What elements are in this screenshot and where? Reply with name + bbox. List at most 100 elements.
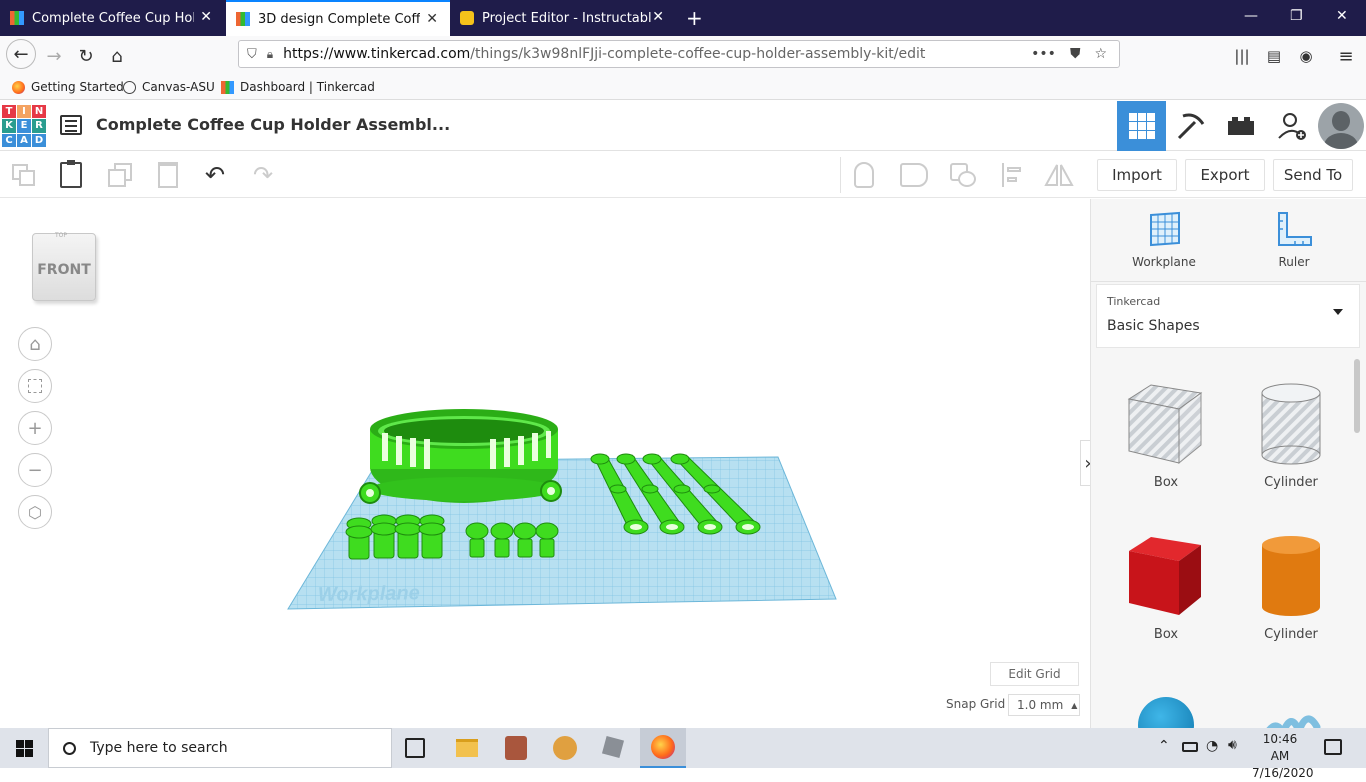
- orange-cylinder-icon: [1262, 536, 1320, 616]
- reload-icon[interactable]: ↻: [74, 44, 98, 68]
- bookmark-star-icon[interactable]: ☆: [1094, 46, 1107, 62]
- copy-icon[interactable]: [12, 164, 36, 186]
- close-tab-icon[interactable]: ✕: [426, 11, 438, 27]
- shield-icon[interactable]: ⛉: [247, 47, 257, 62]
- globe-icon: [123, 80, 136, 94]
- delete-trash-icon[interactable]: [158, 162, 178, 188]
- tray-chevron-up-icon[interactable]: ⌃: [1158, 738, 1170, 754]
- notifications-icon[interactable]: [1324, 739, 1342, 755]
- restore-window-icon[interactable]: ❐: [1290, 8, 1303, 24]
- redo-icon[interactable]: ↷: [253, 161, 273, 189]
- sidebar-toggle-icon[interactable]: ▤: [1262, 44, 1286, 68]
- sidebar-scrollbar[interactable]: [1354, 359, 1360, 433]
- shape-scribble-partial[interactable]: [1261, 707, 1321, 728]
- paste-icon[interactable]: [60, 160, 82, 188]
- task-view-icon[interactable]: [405, 738, 425, 758]
- bookmark-getting-started[interactable]: Getting Started: [12, 80, 124, 94]
- tab-complete-coffee-cup[interactable]: Complete Coffee Cup Holder A ✕: [0, 0, 224, 36]
- url-path: /things/k3w98nlFJji-complete-coffee-cup-…: [470, 46, 926, 62]
- new-tab-button[interactable]: +: [676, 0, 706, 36]
- close-tab-icon[interactable]: ✕: [652, 9, 664, 25]
- grid-view-icon: [1128, 113, 1155, 139]
- logo-letter: T: [2, 105, 16, 119]
- app-portrait-icon[interactable]: [505, 736, 527, 760]
- taskbar-search-box[interactable]: Type here to search: [48, 728, 392, 768]
- windows-start-icon[interactable]: [16, 740, 33, 757]
- file-explorer-icon[interactable]: [456, 739, 478, 757]
- bricks-button[interactable]: [1216, 101, 1266, 151]
- workplane-tool[interactable]: Workplane: [1121, 209, 1207, 273]
- 3d-view-button[interactable]: [1117, 101, 1166, 151]
- volume-icon[interactable]: 🔊︎: [1228, 737, 1237, 753]
- shapes-sidebar: Workplane Ruler Tinkercad Basic Shapes B…: [1090, 199, 1366, 728]
- cup-holder-ring[interactable]: [359, 409, 562, 504]
- hole-box-icon: [1127, 384, 1203, 465]
- tab-project-editor[interactable]: Project Editor - Instructables ✕: [450, 0, 676, 36]
- align-icon[interactable]: [1002, 163, 1022, 187]
- build-pickaxe-button[interactable]: [1166, 101, 1216, 151]
- shape-cylinder-solid[interactable]: Cylinder: [1246, 531, 1336, 643]
- lightbulb-icon[interactable]: [854, 162, 874, 188]
- tinkercad-favicon-icon: [236, 12, 250, 26]
- bookmark-dashboard-tinkercad[interactable]: Dashboard | Tinkercad: [221, 80, 375, 94]
- minimize-window-icon[interactable]: —: [1244, 8, 1258, 24]
- workplane-watermark: Workplane: [318, 582, 420, 606]
- group-icon[interactable]: [900, 163, 928, 187]
- tinkercad-favicon-icon: [10, 11, 24, 25]
- back-arrow-icon[interactable]: ←: [6, 39, 36, 69]
- undo-icon[interactable]: ↶: [205, 161, 225, 189]
- avatar[interactable]: [1318, 103, 1364, 149]
- wifi-icon[interactable]: ◔: [1206, 738, 1218, 754]
- library-icon[interactable]: |||: [1230, 44, 1254, 68]
- bookmark-label: Canvas-ASU: [142, 80, 215, 94]
- firefox-icon: [12, 80, 25, 94]
- roblox-icon[interactable]: [601, 735, 625, 759]
- logo-letter: A: [17, 133, 31, 147]
- tinkercad-logo[interactable]: T I N K E R C A D: [2, 105, 46, 147]
- edit-toolbar: ↶ ↷: [0, 151, 1090, 198]
- search-icon: [63, 741, 76, 755]
- firefox-taskbar-icon[interactable]: [640, 728, 686, 768]
- shape-box-hole[interactable]: Box: [1121, 379, 1211, 491]
- url-bar[interactable]: ⛉ 🔒︎ https://www.tinkercad.com/things/k3…: [238, 40, 1120, 68]
- edit-grid-button[interactable]: Edit Grid: [990, 662, 1079, 686]
- brick-icon: [1228, 117, 1254, 135]
- clock[interactable]: 10:46 AM 7/16/2020: [1252, 731, 1314, 782]
- close-tab-icon[interactable]: ✕: [200, 9, 212, 25]
- tab-3d-design[interactable]: 3D design Complete Coffee Cu ✕: [226, 0, 450, 36]
- logo-letter: K: [2, 119, 16, 133]
- snap-grid-select[interactable]: 1.0 mm ▲: [1008, 694, 1080, 716]
- shape-cylinder-hole[interactable]: Cylinder: [1246, 379, 1336, 491]
- account-icon[interactable]: ◉: [1294, 44, 1318, 68]
- battery-icon[interactable]: [1182, 742, 1198, 752]
- shape-box-solid[interactable]: Box: [1121, 531, 1211, 643]
- shape-sphere-partial[interactable]: [1138, 697, 1194, 728]
- import-button[interactable]: Import: [1097, 159, 1177, 191]
- forward-arrow-icon[interactable]: →: [42, 44, 66, 68]
- snap-grid-label: Snap Grid: [946, 697, 1006, 711]
- ungroup-icon[interactable]: [950, 163, 978, 187]
- ruler-tool[interactable]: Ruler: [1251, 209, 1337, 273]
- send-to-button[interactable]: Send To: [1273, 159, 1353, 191]
- home-icon[interactable]: ⌂: [105, 44, 129, 68]
- design-list-icon[interactable]: [60, 115, 82, 135]
- shape-palette: Box Cylinder Box Cylinder: [1091, 357, 1353, 728]
- mirror-icon[interactable]: [1044, 161, 1074, 189]
- menu-icon[interactable]: ≡: [1334, 44, 1358, 68]
- shape-library-dropdown[interactable]: Tinkercad Basic Shapes: [1096, 284, 1360, 348]
- add-user-button[interactable]: [1268, 101, 1316, 151]
- app-character-icon[interactable]: [553, 736, 577, 760]
- design-title[interactable]: Complete Coffee Cup Holder Assembl...: [96, 115, 450, 134]
- url-host: https://www.tinkercad.com: [283, 46, 471, 62]
- logo-letter: C: [2, 133, 16, 147]
- export-button[interactable]: Export: [1185, 159, 1265, 191]
- taskbar-search-placeholder: Type here to search: [90, 740, 228, 756]
- pickaxe-icon: [1177, 113, 1205, 140]
- page-actions-icon[interactable]: •••: [1031, 46, 1056, 62]
- bookmark-canvas-asu[interactable]: Canvas-ASU: [123, 80, 215, 94]
- pocket-icon[interactable]: ⛊: [1070, 46, 1081, 62]
- close-window-icon[interactable]: ✕: [1336, 8, 1348, 24]
- duplicate-icon[interactable]: [108, 163, 134, 187]
- add-user-icon: [1278, 113, 1306, 140]
- workspace-canvas[interactable]: TOP FRONT ⌂ + − ⬡ Workplane Edit Grid Sn…: [0, 199, 1090, 728]
